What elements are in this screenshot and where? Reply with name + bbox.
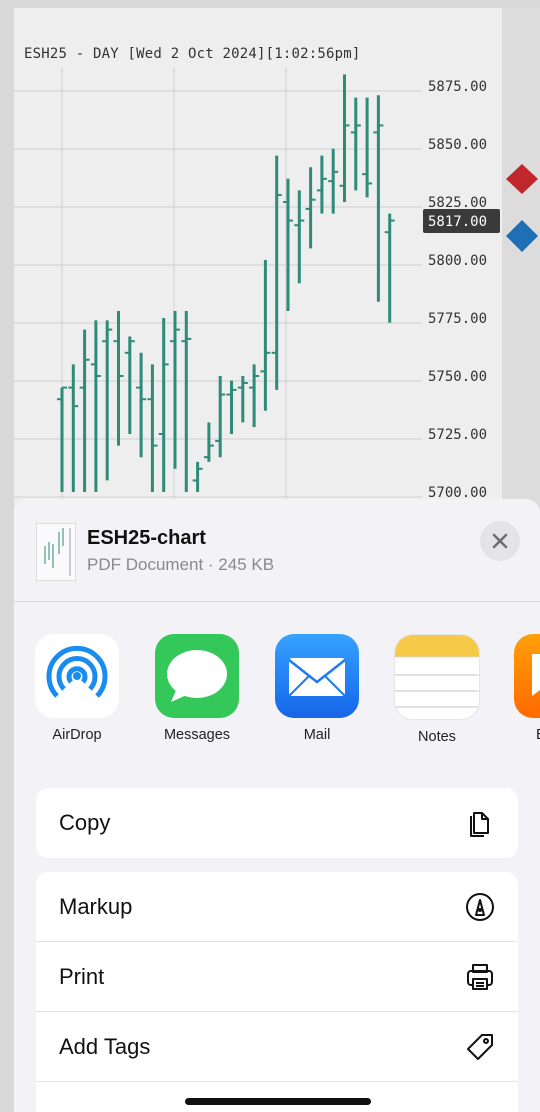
ohlc-bar xyxy=(158,318,169,492)
chart-grid xyxy=(14,68,422,568)
app-label: Messages xyxy=(163,727,231,743)
action-label: Copy xyxy=(59,810,111,835)
app-label: B xyxy=(514,727,540,743)
ohlc-bar xyxy=(260,260,271,411)
price-tick-label: 5825.00 xyxy=(428,195,487,211)
app-airdrop[interactable]: AirDrop xyxy=(34,634,120,743)
app-books[interactable]: B xyxy=(514,634,540,743)
app-messages[interactable]: Messages xyxy=(154,634,240,743)
print-icon xyxy=(467,964,493,990)
ohlc-bar xyxy=(79,329,90,492)
ohlc-bar xyxy=(384,213,395,323)
price-tick-label: 5800.00 xyxy=(428,253,487,269)
airdrop-icon xyxy=(35,634,119,718)
tag-icon xyxy=(467,1034,493,1060)
action-label: Print xyxy=(59,964,105,989)
books-icon xyxy=(514,634,540,718)
home-indicator[interactable] xyxy=(185,1098,371,1105)
messages-icon xyxy=(155,634,239,718)
ohlc-bar xyxy=(283,178,293,312)
price-tick-label: 5725.00 xyxy=(428,427,487,443)
copy-icon xyxy=(470,812,489,837)
ohlc-bar xyxy=(147,364,158,492)
price-axis: 5875.00 5850.00 5825.00 5800.00 5775.00 5750.… xyxy=(428,79,487,501)
ohlc-bar xyxy=(90,320,101,492)
ohlc-bar xyxy=(373,95,384,302)
actions-group-main: Markup Print Add Tags xyxy=(36,872,518,1112)
ohlc-bar xyxy=(339,74,350,202)
ohlc-bar xyxy=(249,364,260,428)
ohlc-bar xyxy=(328,148,339,214)
share-header: ESH25-chart PDF Document · 245 KB xyxy=(14,499,540,601)
ohlc-bar xyxy=(124,336,135,434)
price-tick-label: 5850.00 xyxy=(428,137,487,153)
app-frame: ESH25 - DAY [Wed 2 Oct 2024][1:02:56pm] … xyxy=(0,0,540,1112)
markup-icon xyxy=(466,893,494,921)
ohlc-bar xyxy=(271,155,282,390)
price-chart[interactable]: 5875.00 5850.00 5825.00 5800.00 5775.00 5750.… xyxy=(14,8,540,568)
share-sheet: ESH25-chart PDF Document · 245 KB AirDro… xyxy=(14,499,540,1112)
app-label: Mail xyxy=(303,727,331,743)
ohlc-bar xyxy=(350,97,361,191)
ohlc-bar xyxy=(68,364,79,492)
app-label: Notes xyxy=(418,729,456,745)
ohlc-bar xyxy=(113,311,124,446)
ohlc-bar xyxy=(57,386,67,492)
action-add-tags[interactable]: Add Tags xyxy=(36,1012,518,1082)
ohlc-bar xyxy=(192,461,203,492)
ohlc-bar xyxy=(305,167,316,249)
notes-icon xyxy=(394,634,480,720)
ohlc-bar xyxy=(170,311,180,469)
ohlc-bars xyxy=(57,74,395,492)
ohlc-bar xyxy=(237,376,248,423)
header-divider xyxy=(14,601,540,602)
ohlc-bar xyxy=(362,97,373,198)
action-label: Markup xyxy=(59,894,133,919)
action-print[interactable]: Print xyxy=(36,942,518,1012)
current-price-tag: 5817.00 xyxy=(423,209,500,233)
price-tick-label: 5775.00 xyxy=(428,311,487,327)
close-icon xyxy=(492,533,508,549)
buy-marker-icon[interactable] xyxy=(506,220,538,252)
action-copy[interactable]: Copy xyxy=(36,788,518,858)
price-tick-label: 5750.00 xyxy=(428,369,487,385)
price-tick-label: 5875.00 xyxy=(428,79,487,95)
action-label: Add Tags xyxy=(59,1034,151,1059)
ohlc-bar xyxy=(294,190,305,284)
app-label: AirDrop xyxy=(52,727,102,743)
document-thumbnail xyxy=(36,523,76,581)
current-price-label: 5817.00 xyxy=(428,214,487,230)
row-divider xyxy=(36,1081,518,1082)
ohlc-bar xyxy=(181,311,192,492)
ohlc-bar xyxy=(203,422,214,462)
ohlc-bar xyxy=(215,376,226,458)
sell-marker-icon[interactable] xyxy=(506,164,538,194)
app-mail[interactable]: Mail xyxy=(274,634,360,743)
app-notes[interactable]: Notes xyxy=(394,634,480,745)
ohlc-bar xyxy=(226,380,237,434)
close-button[interactable] xyxy=(480,521,520,561)
ohlc-bar xyxy=(102,320,113,481)
ohlc-bar xyxy=(136,352,147,458)
actions-group-copy: Copy xyxy=(36,788,518,858)
ohlc-bar xyxy=(316,155,327,214)
mail-icon xyxy=(275,634,359,718)
file-info: PDF Document · 245 KB xyxy=(87,555,275,574)
action-markup[interactable]: Markup xyxy=(36,872,518,942)
file-name: ESH25-chart xyxy=(87,527,206,549)
